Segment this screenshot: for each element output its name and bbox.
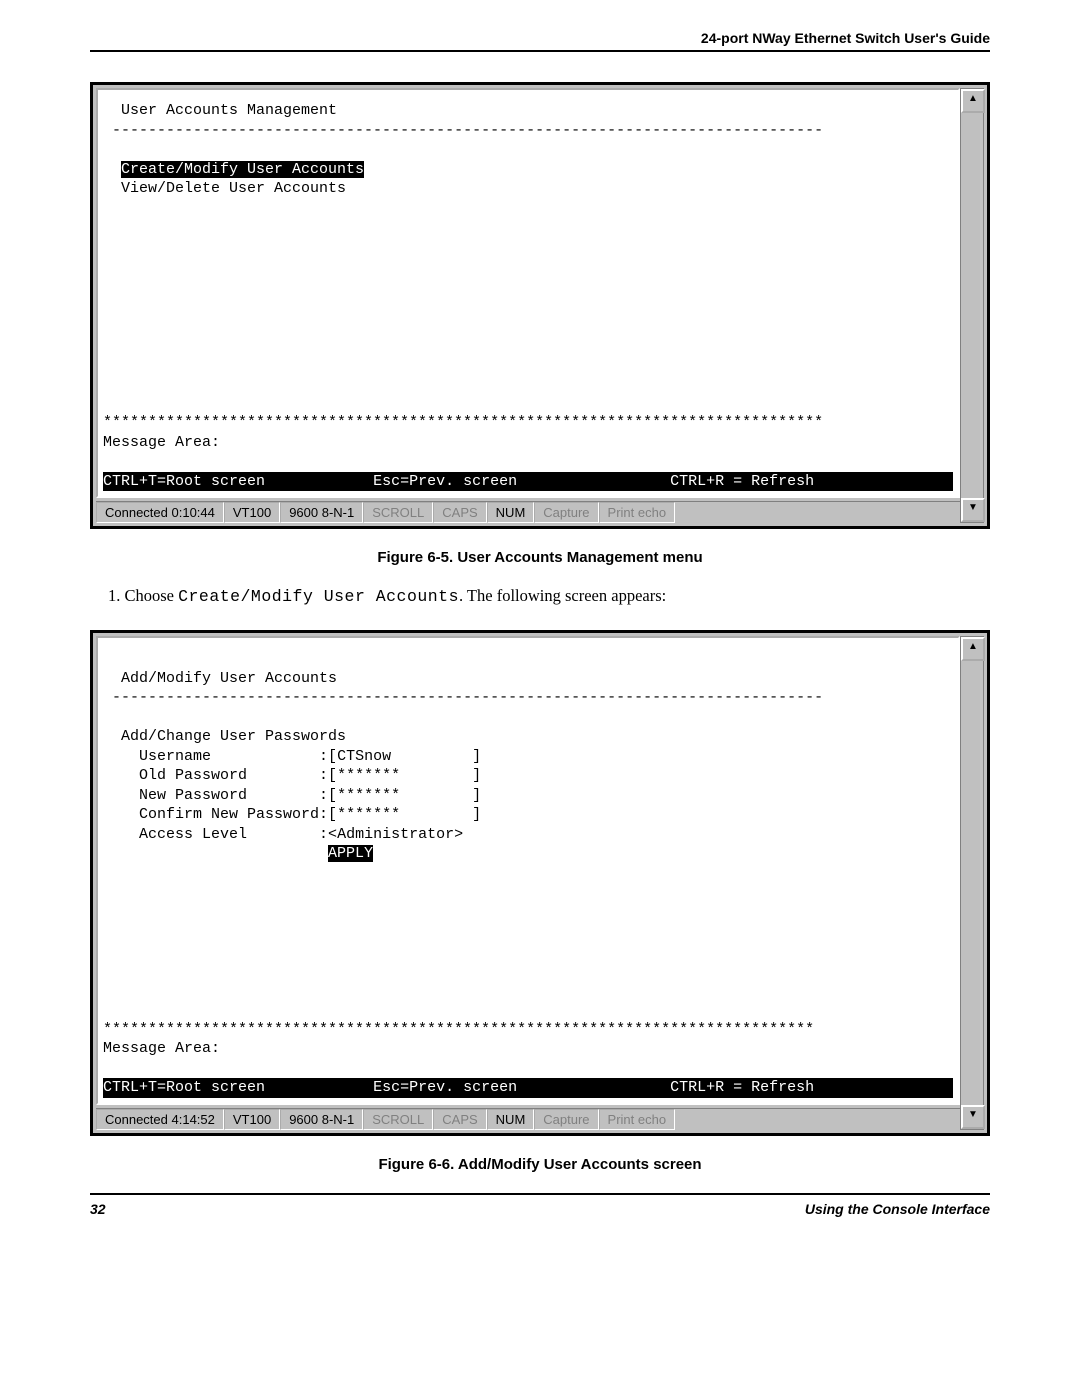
menu-create-modify[interactable]: Create/Modify User Accounts [121, 161, 364, 178]
instr1-choice: Create/Modify User Accounts [178, 587, 459, 606]
status-print-2: Print echo [599, 1109, 676, 1130]
terminal-content-2: Add/Modify User Accounts ---------------… [101, 641, 955, 1100]
status-connected-2: Connected 4:14:52 [96, 1109, 224, 1130]
t1-navbar: CTRL+T=Root screen Esc=Prev. screen CTRL… [103, 472, 953, 492]
status-connected-1: Connected 0:10:44 [96, 502, 224, 523]
lbl-confirm: Confirm New Password [139, 806, 319, 823]
instruction-1: 1. Choose Create/Modify User Accounts. T… [108, 586, 990, 606]
menu-view-delete[interactable]: View/Delete User Accounts [121, 180, 346, 197]
scroll-down-icon[interactable]: ▼ [961, 498, 985, 522]
terminal-inner-1: User Accounts Management ---------------… [96, 88, 960, 498]
t1-msg-label: Message Area: [103, 434, 220, 451]
t2-nav-prev: Esc=Prev. screen [373, 1079, 517, 1096]
val-access[interactable]: Administrator [337, 826, 454, 843]
t1-stars: ****************************************… [103, 414, 823, 431]
statusbar-2: Connected 4:14:52 VT100 9600 8-N-1 SCROL… [96, 1108, 984, 1130]
status-scroll-2: SCROLL [363, 1109, 433, 1130]
t2-nav-refresh: CTRL+R = Refresh [670, 1079, 814, 1096]
footer-section: Using the Console Interface [805, 1201, 990, 1217]
lbl-newpw: New Password [139, 787, 247, 804]
status-params-1: 9600 8-N-1 [280, 502, 363, 523]
status-caps-2: CAPS [433, 1109, 486, 1130]
val-username[interactable]: CTSnow [337, 748, 391, 765]
statusbar-1: Connected 0:10:44 VT100 9600 8-N-1 SCROL… [96, 501, 984, 523]
scroll-down-icon-2[interactable]: ▼ [961, 1105, 985, 1129]
t2-section: Add/Change User Passwords [121, 728, 346, 745]
header-rule [90, 50, 990, 52]
figure-caption-2: Figure 6-6. Add/Modify User Accounts scr… [90, 1156, 990, 1173]
terminal-window-2: Add/Modify User Accounts ---------------… [90, 630, 990, 1136]
status-params-2: 9600 8-N-1 [280, 1109, 363, 1130]
scrollbar-2[interactable]: ▲ ▼ [960, 636, 984, 1130]
t2-title: Add/Modify User Accounts [121, 670, 337, 687]
scrollbar-1[interactable]: ▲ ▼ [960, 88, 984, 523]
terminal-inner-2: Add/Modify User Accounts ---------------… [96, 636, 960, 1105]
t1-nav-root: CTRL+T=Root screen [103, 473, 265, 490]
terminal-window-1: User Accounts Management ---------------… [90, 82, 990, 529]
status-num-1: NUM [487, 502, 535, 523]
figure-caption-1: Figure 6-5. User Accounts Management men… [90, 549, 990, 566]
instr1-prefix: 1. Choose [108, 586, 178, 605]
lbl-username: Username [139, 748, 211, 765]
t2-navbar: CTRL+T=Root screen Esc=Prev. screen CTRL… [103, 1078, 953, 1098]
status-capture-1: Capture [534, 502, 598, 523]
status-emulation-1: VT100 [224, 502, 280, 523]
terminal-content-1: User Accounts Management ---------------… [101, 93, 955, 493]
t1-nav-prev: Esc=Prev. screen [373, 473, 517, 490]
apply-button[interactable]: APPLY [328, 845, 373, 862]
status-caps-1: CAPS [433, 502, 486, 523]
val-newpw[interactable]: ******* [337, 787, 400, 804]
lbl-access: Access Level [139, 826, 247, 843]
t1-title: User Accounts Management [121, 102, 337, 119]
status-num-2: NUM [487, 1109, 535, 1130]
t2-dashline: ----------------------------------------… [112, 689, 823, 706]
scroll-up-icon[interactable]: ▲ [961, 89, 985, 113]
status-scroll-1: SCROLL [363, 502, 433, 523]
status-capture-2: Capture [534, 1109, 598, 1130]
page-footer: 32 Using the Console Interface [90, 1193, 990, 1217]
t2-msg-label: Message Area: [103, 1040, 220, 1057]
scroll-up-icon-2[interactable]: ▲ [961, 637, 985, 661]
instr1-suffix: . The following screen appears: [459, 586, 666, 605]
status-emulation-2: VT100 [224, 1109, 280, 1130]
status-print-1: Print echo [599, 502, 676, 523]
val-oldpw[interactable]: ******* [337, 767, 400, 784]
page-number: 32 [90, 1201, 106, 1217]
lbl-oldpw: Old Password [139, 767, 247, 784]
t2-nav-root: CTRL+T=Root screen [103, 1079, 265, 1096]
page-header: 24-port NWay Ethernet Switch User's Guid… [90, 30, 990, 46]
t1-nav-refresh: CTRL+R = Refresh [670, 473, 814, 490]
val-confirm[interactable]: ******* [337, 806, 400, 823]
t1-dashline: ----------------------------------------… [112, 122, 823, 139]
t2-stars: ****************************************… [103, 1021, 814, 1038]
